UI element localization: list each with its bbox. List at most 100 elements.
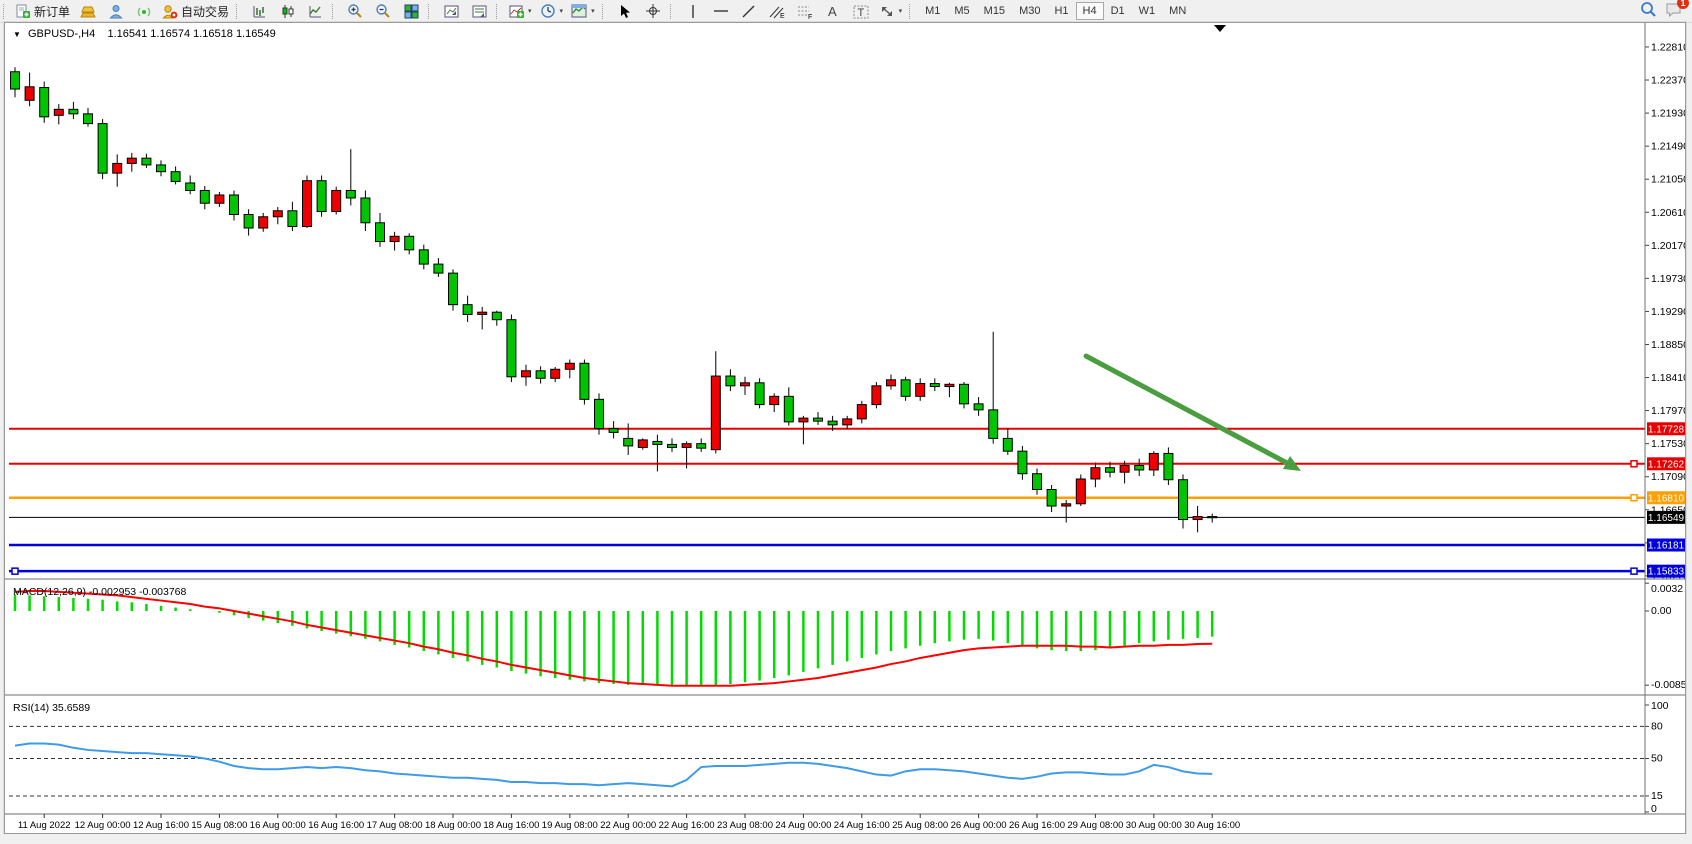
toolbar-grip bbox=[332, 4, 337, 19]
chart-title: ▼ GBPUSD-,H4 1.16541 1.16574 1.16518 1.1… bbox=[13, 28, 276, 40]
add-indicator-icon bbox=[509, 4, 524, 19]
signal-button[interactable] bbox=[130, 0, 158, 22]
svg-text:26 Aug 00:00: 26 Aug 00:00 bbox=[951, 820, 1007, 831]
tile-windows-button[interactable] bbox=[397, 0, 425, 22]
toolbar-grip bbox=[909, 4, 914, 19]
line-chart-button[interactable] bbox=[301, 0, 329, 22]
svg-text:1.16810: 1.16810 bbox=[1648, 493, 1685, 504]
timeframe-d1[interactable]: D1 bbox=[1104, 2, 1132, 20]
main-toolbar: 新订单 自动交易 bbox=[0, 0, 1692, 23]
timeframe-h4[interactable]: H4 bbox=[1076, 2, 1104, 20]
chart-symbol-period: GBPUSD-,H4 bbox=[28, 28, 95, 40]
market-button[interactable] bbox=[102, 0, 130, 22]
zoom-out-button[interactable] bbox=[369, 0, 397, 22]
cursor-button[interactable] bbox=[611, 0, 639, 22]
text-label-button[interactable]: T bbox=[847, 0, 875, 22]
window-bottom-strip bbox=[0, 834, 1692, 844]
svg-text:A: A bbox=[828, 4, 837, 19]
zoom-in-icon bbox=[347, 3, 363, 19]
trendline-icon bbox=[741, 4, 756, 19]
notification-badge: 1 bbox=[1677, 0, 1689, 9]
bar-chart-button[interactable] bbox=[245, 0, 273, 22]
vertical-line-button[interactable] bbox=[679, 0, 707, 22]
chart-canvas[interactable]: 1.228101.223701.219301.214901.210501.206… bbox=[5, 23, 1685, 833]
svg-text:1.16181: 1.16181 bbox=[1648, 541, 1685, 552]
toolbar-grip bbox=[496, 4, 501, 19]
search-icon[interactable] bbox=[1640, 1, 1657, 21]
horizontal-line-button[interactable] bbox=[707, 0, 735, 22]
collapse-triangle-icon[interactable]: ▼ bbox=[13, 30, 21, 39]
fibonacci-icon: F bbox=[797, 4, 813, 19]
bar-chart-icon bbox=[252, 4, 267, 19]
svg-text:30 Aug 16:00: 30 Aug 16:00 bbox=[1184, 820, 1240, 831]
svg-text:MACD(12,26,9) -0.002953 -0.003: MACD(12,26,9) -0.002953 -0.003768 bbox=[13, 586, 187, 598]
svg-text:15 Aug 08:00: 15 Aug 08:00 bbox=[191, 820, 247, 831]
svg-text:0.00: 0.00 bbox=[1651, 605, 1672, 617]
text-icon: A bbox=[826, 4, 839, 19]
svg-text:26 Aug 16:00: 26 Aug 16:00 bbox=[1009, 820, 1065, 831]
zoom-in-button[interactable] bbox=[341, 0, 369, 22]
equidistant-channel-button[interactable]: E bbox=[763, 0, 791, 22]
add-indicator-button[interactable]: ▾ bbox=[505, 0, 536, 22]
svg-text:23 Aug 08:00: 23 Aug 08:00 bbox=[717, 820, 773, 831]
deposit-gold-button[interactable] bbox=[74, 0, 102, 22]
svg-text:RSI(14) 35.6589: RSI(14) 35.6589 bbox=[13, 702, 90, 714]
templates-button[interactable]: ▾ bbox=[567, 0, 599, 22]
svg-text:1.20610: 1.20610 bbox=[1651, 207, 1685, 219]
toolbar-grip bbox=[670, 4, 675, 19]
svg-text:1.22370: 1.22370 bbox=[1651, 75, 1685, 87]
cursor-arrow-icon bbox=[618, 4, 632, 19]
timeframe-m15[interactable]: M15 bbox=[977, 2, 1012, 20]
gold-ingot-icon bbox=[80, 4, 96, 18]
periods-clock-icon bbox=[540, 3, 556, 19]
svg-text:1.16549: 1.16549 bbox=[1648, 513, 1685, 524]
timeframe-m5[interactable]: M5 bbox=[947, 2, 976, 20]
svg-text:16 Aug 16:00: 16 Aug 16:00 bbox=[308, 820, 364, 831]
svg-text:1.19290: 1.19290 bbox=[1651, 306, 1685, 318]
text-button[interactable]: A bbox=[819, 0, 847, 22]
chat-button[interactable]: 1 bbox=[1665, 2, 1682, 20]
trendline-button[interactable] bbox=[735, 0, 763, 22]
svg-text:12 Aug 16:00: 12 Aug 16:00 bbox=[133, 820, 189, 831]
text-label-icon: T bbox=[853, 4, 869, 19]
svg-text:24 Aug 16:00: 24 Aug 16:00 bbox=[834, 820, 890, 831]
svg-text:1.21490: 1.21490 bbox=[1651, 141, 1685, 153]
svg-text:1.17262: 1.17262 bbox=[1648, 459, 1685, 470]
crosshair-button[interactable] bbox=[639, 0, 667, 22]
timeframe-h1[interactable]: H1 bbox=[1047, 2, 1075, 20]
new-order-label: 新订单 bbox=[34, 3, 70, 20]
autotrade-button[interactable]: 自动交易 bbox=[158, 0, 233, 22]
signal-waves-icon bbox=[136, 4, 152, 19]
timeframe-w1[interactable]: W1 bbox=[1132, 2, 1163, 20]
navigator-button[interactable] bbox=[465, 0, 493, 22]
svg-text:24 Aug 00:00: 24 Aug 00:00 bbox=[775, 820, 831, 831]
candlestick-chart-button[interactable] bbox=[273, 0, 301, 22]
toolbar-grip bbox=[428, 4, 433, 19]
svg-text:1.15833: 1.15833 bbox=[1648, 567, 1685, 578]
candlestick-chart-icon bbox=[280, 4, 295, 19]
line-chart-icon bbox=[308, 4, 323, 19]
svg-text:1.17530: 1.17530 bbox=[1651, 438, 1685, 450]
templates-icon bbox=[571, 4, 587, 18]
arrow-objects-button[interactable]: ▾ bbox=[875, 0, 907, 22]
toolbar-grip bbox=[236, 4, 241, 19]
fibonacci-button[interactable]: F bbox=[791, 0, 819, 22]
svg-text:50: 50 bbox=[1651, 753, 1663, 765]
new-order-button[interactable]: 新订单 bbox=[12, 0, 74, 22]
timeframe-mn[interactable]: MN bbox=[1162, 2, 1193, 20]
periods-button[interactable]: ▾ bbox=[536, 0, 568, 22]
svg-text:25 Aug 08:00: 25 Aug 08:00 bbox=[892, 820, 948, 831]
timeframe-m1[interactable]: M1 bbox=[918, 2, 947, 20]
svg-text:16 Aug 00:00: 16 Aug 00:00 bbox=[250, 820, 306, 831]
data-window-icon bbox=[444, 4, 459, 19]
chevron-down-icon: ▾ bbox=[899, 7, 903, 15]
data-window-button[interactable] bbox=[437, 0, 465, 22]
timeframe-m30[interactable]: M30 bbox=[1012, 2, 1047, 20]
toolbar-grip bbox=[3, 4, 8, 19]
svg-text:80: 80 bbox=[1651, 720, 1663, 732]
chart-window: ▼ GBPUSD-,H4 1.16541 1.16574 1.16518 1.1… bbox=[4, 22, 1686, 834]
chart-quotes: 1.16541 1.16574 1.16518 1.16549 bbox=[107, 28, 275, 40]
horizontal-line-icon bbox=[713, 5, 729, 17]
svg-text:F: F bbox=[808, 14, 812, 19]
new-order-icon bbox=[16, 4, 31, 19]
